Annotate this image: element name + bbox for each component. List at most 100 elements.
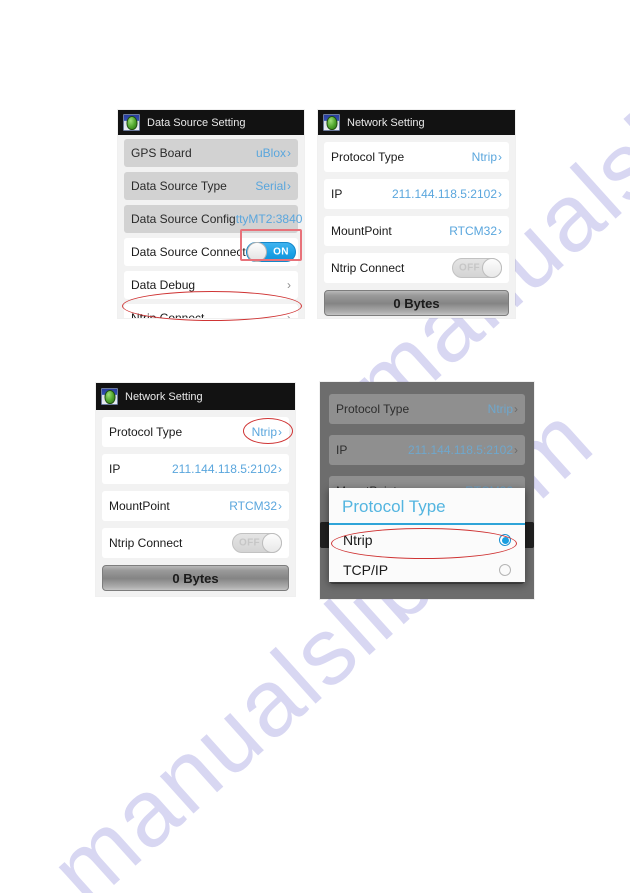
android-app-icon xyxy=(101,388,118,405)
row-value: 211.144.118.5:2102 › xyxy=(392,187,502,201)
row-value: 211.144.118.5:2102 › xyxy=(172,462,282,476)
data-source-connect-toggle[interactable]: ON xyxy=(245,242,296,262)
row-value-text: Ntrip xyxy=(251,425,277,439)
row-ip[interactable]: IP 211.144.118.5:2102 › xyxy=(324,179,509,209)
chevron-right-icon: › xyxy=(287,311,291,318)
screenshot-network-setting-top: Network Setting Protocol Type Ntrip › IP … xyxy=(318,110,515,318)
titlebar: Network Setting xyxy=(96,383,295,410)
row-label: Data Source Config xyxy=(131,212,236,226)
row-protocol-type[interactable]: Protocol Type Ntrip › xyxy=(324,142,509,172)
window-title: Network Setting xyxy=(347,116,425,129)
row-label: MountPoint xyxy=(331,224,392,238)
row-label: IP xyxy=(109,462,121,476)
row-label: Protocol Type xyxy=(109,425,183,439)
row-value: Serial › xyxy=(255,179,291,193)
chevron-right-icon: › xyxy=(303,212,304,226)
toggle-knob xyxy=(246,242,267,262)
screenshot-network-setting-bottom: Network Setting Protocol Type Ntrip › IP … xyxy=(96,383,295,596)
row-mountpoint[interactable]: MountPoint RTCM32› xyxy=(324,216,509,246)
row-ip[interactable]: IP 211.144.118.5:2102 › xyxy=(329,435,525,465)
row-label: Protocol Type xyxy=(336,402,410,416)
row-gps-board[interactable]: GPS Board uBlox › xyxy=(124,139,298,167)
settings-list: Protocol Type Ntrip › IP 211.144.118.5:21… xyxy=(96,410,295,596)
toggle-state-label: OFF xyxy=(459,262,480,274)
row-value-text: Ntrip xyxy=(471,150,497,164)
row-value-text: RTCM32 xyxy=(449,224,497,238)
row-ntrip-connect[interactable]: Ntrip Connect OFF xyxy=(324,253,509,283)
row-value: RTCM32› xyxy=(229,499,282,513)
dialog-option-label: Ntrip xyxy=(343,532,373,548)
row-label: Protocol Type xyxy=(331,150,405,164)
chevron-right-icon: › xyxy=(287,278,291,292)
row-label: GPS Board xyxy=(131,146,192,160)
row-value: › xyxy=(286,278,291,292)
row-value-text: Serial xyxy=(255,179,286,193)
dialog-title: Protocol Type xyxy=(342,497,446,516)
row-data-debug[interactable]: Data Debug › xyxy=(124,271,298,299)
titlebar: Data Source Setting xyxy=(118,110,304,135)
row-value-text: 211.144.118.5:2102 xyxy=(172,462,277,476)
row-label: IP xyxy=(331,187,343,201)
chevron-right-icon: › xyxy=(287,146,291,160)
row-value: › xyxy=(286,311,291,318)
row-value-text: 211.144.118.5:2102 xyxy=(408,443,513,457)
toggle-state-label: OFF xyxy=(239,537,260,549)
row-label: Ntrip Connect xyxy=(331,261,405,275)
row-value: Ntrip › xyxy=(488,402,518,416)
bytes-counter-button[interactable]: 0 Bytes xyxy=(102,565,289,591)
android-app-icon xyxy=(123,114,140,131)
row-value: RTCM32› xyxy=(449,224,502,238)
bytes-counter-button[interactable]: 0 Bytes xyxy=(324,290,509,316)
page-root: manualslib.com manualslib.com Data Sourc… xyxy=(0,0,630,893)
protocol-type-dialog: Protocol Type Ntrip TCP/IP xyxy=(329,488,525,582)
chevron-right-icon: › xyxy=(278,499,282,513)
chevron-right-icon: › xyxy=(287,179,291,193)
window-title: Data Source Setting xyxy=(147,116,246,129)
chevron-right-icon: › xyxy=(498,187,502,201)
window-title: Network Setting xyxy=(125,390,203,403)
screenshot-protocol-type-dialog: Protocol Type Ntrip › IP 211.144.118.5:21… xyxy=(320,382,534,599)
row-value-text: 211.144.118.5:2102 xyxy=(392,187,497,201)
row-value-text: ttyMT2:3840 xyxy=(235,212,303,226)
dialog-option-tcpip[interactable]: TCP/IP xyxy=(329,555,525,582)
row-label: Data Source Type xyxy=(131,179,227,193)
row-label: Ntrip Connect xyxy=(109,536,183,550)
row-label: Data Debug xyxy=(131,278,196,292)
row-protocol-type[interactable]: Protocol Type Ntrip › xyxy=(102,417,289,447)
radio-button-selected[interactable] xyxy=(499,534,511,546)
row-label: IP xyxy=(336,443,348,457)
settings-list: GPS Board uBlox › Data Source Type Serial… xyxy=(118,135,304,318)
row-value: uBlox › xyxy=(256,146,291,160)
row-value-text: Ntrip xyxy=(487,402,513,416)
row-value-text: uBlox xyxy=(255,146,286,160)
row-data-source-type[interactable]: Data Source Type Serial › xyxy=(124,172,298,200)
android-app-icon xyxy=(323,114,340,131)
row-data-source-config[interactable]: Data Source Config ttyMT2:3840› xyxy=(124,205,304,233)
row-value: 211.144.118.5:2102 › xyxy=(408,443,518,457)
chevron-right-icon: › xyxy=(514,402,518,416)
dialog-option-ntrip[interactable]: Ntrip xyxy=(329,525,525,555)
toggle-state-label: ON xyxy=(273,246,289,258)
dialog-option-label: TCP/IP xyxy=(343,562,389,578)
row-mountpoint[interactable]: MountPoint RTCM32› xyxy=(102,491,289,521)
chevron-right-icon: › xyxy=(278,462,282,476)
settings-list: Protocol Type Ntrip › IP 211.144.118.5:21… xyxy=(318,135,515,318)
chevron-right-icon: › xyxy=(498,150,502,164)
chevron-right-icon: › xyxy=(498,224,502,238)
titlebar: Network Setting xyxy=(318,110,515,135)
row-ntrip-connect[interactable]: Ntrip Connect OFF xyxy=(102,528,289,558)
row-ip[interactable]: IP 211.144.118.5:2102 › xyxy=(102,454,289,484)
row-label: MountPoint xyxy=(109,499,170,513)
row-ntrip-connect[interactable]: Ntrip Connect › xyxy=(124,304,298,318)
ntrip-connect-toggle[interactable]: OFF xyxy=(232,533,282,553)
row-data-source-connect[interactable]: Data Source Connect ON xyxy=(124,238,298,266)
row-label: Ntrip Connect xyxy=(131,311,205,318)
row-protocol-type[interactable]: Protocol Type Ntrip › xyxy=(329,394,525,424)
ntrip-connect-toggle[interactable]: OFF xyxy=(452,258,502,278)
radio-button-unselected[interactable] xyxy=(499,564,511,576)
screenshot-data-source-setting: Data Source Setting GPS Board uBlox › Dat… xyxy=(118,110,304,318)
row-label: Data Source Connect xyxy=(131,245,246,259)
chevron-right-icon: › xyxy=(514,443,518,457)
row-value: Ntrip › xyxy=(252,425,282,439)
chevron-right-icon: › xyxy=(278,425,282,439)
